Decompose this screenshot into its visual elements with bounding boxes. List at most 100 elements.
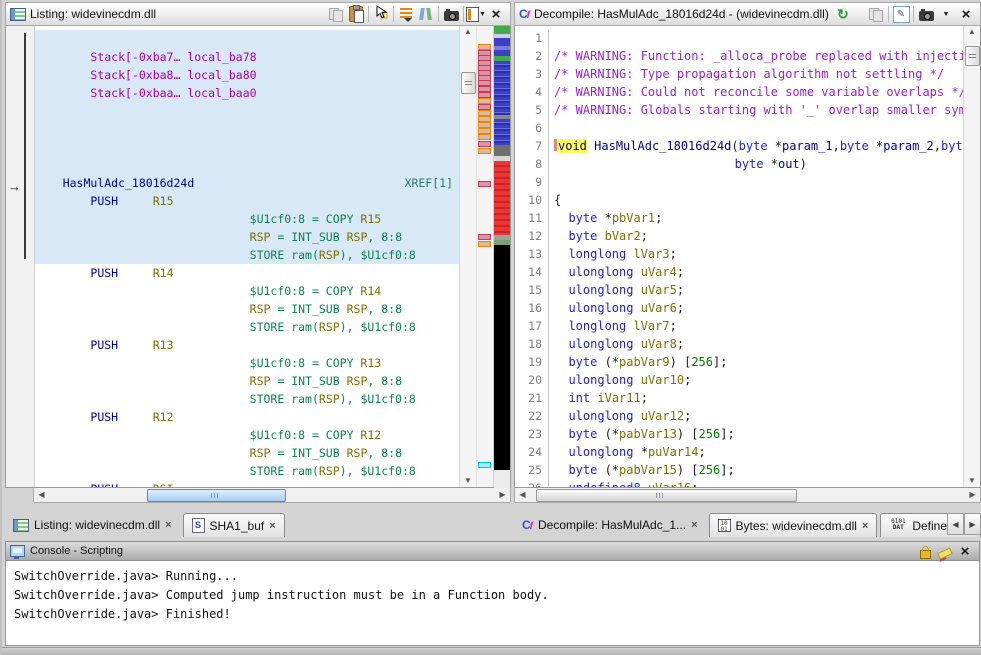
tab-close-icon[interactable]: × [269, 520, 275, 532]
bookmark-marker[interactable] [478, 134, 491, 140]
scroll-right-icon[interactable]: ▶ [495, 488, 510, 502]
decompile-code[interactable]: 12/* WARNING: Function: _alloca_probe re… [515, 26, 963, 487]
decompile-line[interactable]: 22 ulonglong uVar12; [515, 407, 963, 425]
copy-button[interactable] [326, 4, 346, 24]
decompile-line[interactable]: 14 ulonglong uVar4; [515, 263, 963, 281]
overview-segment[interactable] [494, 145, 510, 156]
listing-line[interactable]: RSP = INT_SUB RSP, 8:8 [35, 444, 459, 462]
close-button[interactable]: × [955, 541, 975, 561]
listing-line[interactable]: $U1cf0:8 = COPY R12 [35, 426, 459, 444]
toggle-fields-button[interactable] [396, 4, 416, 24]
decompile-line[interactable]: 1 [515, 29, 963, 47]
listing-line[interactable]: $U1cf0:8 = COPY R15 [35, 210, 459, 228]
menu-dropdown-button[interactable]: ▼ [936, 4, 956, 24]
decompile-line[interactable]: 10{ [515, 191, 963, 209]
overview-segment[interactable] [494, 119, 510, 145]
tab-listing-widevinecdm-dll[interactable]: Listing: widevinecdm.dll× [5, 513, 180, 537]
scroll-down-icon[interactable]: ▼ [460, 475, 476, 487]
listing-line[interactable] [35, 30, 459, 48]
bookmark-marker[interactable] [478, 148, 491, 154]
overview-segment[interactable] [494, 470, 510, 488]
scroll-lock-button[interactable] [915, 541, 935, 561]
copy-button[interactable] [866, 4, 886, 24]
listing-hscrollbar[interactable]: ◀ ▶ [33, 488, 511, 503]
overview-segment[interactable] [494, 161, 510, 235]
decompile-line[interactable]: 11 byte *pbVar1; [515, 209, 963, 227]
listing-line[interactable]: STORE ram(RSP), $U1cf0:8 [35, 390, 459, 408]
snapshot-button[interactable] [441, 4, 461, 24]
edit-button[interactable]: ✎ [891, 4, 911, 24]
decompile-line[interactable]: 2/* WARNING: Function: _alloca_probe rep… [515, 47, 963, 65]
decompile-line[interactable]: 25 byte (*pabVar15) [256]; [515, 461, 963, 479]
decompile-hscroll-thumb[interactable] [536, 489, 797, 502]
decompile-line[interactable]: 18 ulonglong uVar8; [515, 335, 963, 353]
console-output[interactable]: SwitchOverride.java> Running...SwitchOve… [5, 561, 980, 646]
listing-line[interactable] [35, 120, 459, 138]
decompile-line[interactable]: 5/* WARNING: Globals starting with '_' o… [515, 101, 963, 119]
scroll-up-icon[interactable]: ▲ [460, 26, 476, 38]
decompile-vscroll-thumb[interactable] [965, 46, 980, 66]
listing-vscrollbar[interactable]: ▲ ▼ [459, 26, 476, 487]
decompile-line[interactable]: 16 ulonglong uVar6; [515, 299, 963, 317]
tab-scroll-right-button[interactable]: ▶ [964, 513, 981, 535]
scroll-left-icon[interactable]: ◀ [515, 488, 530, 502]
listing-hscroll-thumb[interactable] [147, 489, 286, 502]
listing-line[interactable]: Stack[-0xbaa… local_baa0 [35, 84, 459, 102]
listing-line[interactable]: RSP = INT_SUB RSP, 8:8 [35, 372, 459, 390]
bookmark-marker[interactable] [478, 462, 491, 468]
listing-line[interactable]: PUSH R13 [35, 336, 459, 354]
diff-view-button[interactable] [416, 4, 436, 24]
tab-decompile-hasmuladc-1[interactable]: CfDecompile: HasMulAdc_1...× [514, 513, 706, 537]
listing-line[interactable]: Stack[-0xba8… local_ba80 [35, 66, 459, 84]
decompile-line[interactable]: 9 [515, 173, 963, 191]
decompile-line[interactable]: 7void HasMulAdc_18016d24d(byte *param_1,… [515, 137, 963, 155]
bookmark-marker[interactable] [478, 234, 491, 240]
scroll-left-icon[interactable]: ◀ [34, 488, 49, 502]
decompile-line[interactable]: 3/* WARNING: Type propagation algorithm … [515, 65, 963, 83]
tab-scroll-left-button[interactable]: ◀ [947, 513, 964, 535]
decompile-line[interactable]: 12 byte bVar2; [515, 227, 963, 245]
scroll-up-icon[interactable]: ▲ [964, 26, 980, 38]
decompile-line[interactable]: 6 [515, 119, 963, 137]
tab-close-icon[interactable]: × [165, 519, 171, 531]
panel-options-button[interactable]: ▼ [466, 4, 486, 24]
snapshot-button[interactable] [916, 4, 936, 24]
decompile-line[interactable]: 13 longlong lVar3; [515, 245, 963, 263]
tab-sha1-buf[interactable]: SSHA1_buf× [183, 513, 285, 537]
listing-line[interactable] [35, 102, 459, 120]
listing-line[interactable]: STORE ram(RSP), $U1cf0:8 [35, 246, 459, 264]
overview-segment[interactable] [494, 61, 510, 115]
decompile-vscrollbar[interactable]: ▲ ▼ [963, 26, 980, 487]
decompile-line[interactable]: 17 longlong lVar7; [515, 317, 963, 335]
decompile-line[interactable]: 19 byte (*pabVar9) [256]; [515, 353, 963, 371]
decompile-line[interactable]: 8 byte *out) [515, 155, 963, 173]
decompile-hscrollbar[interactable]: ◀ ▶ [514, 488, 981, 503]
refresh-button[interactable]: ↻ [833, 4, 853, 24]
overview-segment[interactable] [494, 26, 510, 34]
close-button[interactable]: × [486, 4, 506, 24]
bookmark-marker-column[interactable] [476, 26, 493, 487]
decompile-line[interactable]: 21 int iVar11; [515, 389, 963, 407]
clear-console-button[interactable] [935, 541, 955, 561]
listing-line[interactable]: $U1cf0:8 = COPY R14 [35, 282, 459, 300]
listing-line[interactable]: RSP = INT_SUB RSP, 8:8 [35, 228, 459, 246]
listing-line[interactable]: STORE ram(RSP), $U1cf0:8 [35, 318, 459, 336]
listing-line[interactable]: PUSH RSI [35, 480, 459, 487]
bookmark-marker[interactable] [478, 241, 491, 247]
listing-line[interactable]: HasMulAdc_18016d24dXREF[1] [35, 174, 459, 192]
tab-bytes-widevinecdm-dll[interactable]: 1001Bytes: widevinecdm.dll× [709, 513, 878, 537]
bookmark-marker[interactable] [478, 181, 491, 187]
cursor-tool-button[interactable] [371, 4, 391, 24]
xref-label[interactable]: XREF[1] [405, 174, 453, 192]
decompile-line[interactable]: 20 ulonglong uVar10; [515, 371, 963, 389]
listing-line[interactable]: PUSH R14 [35, 264, 459, 282]
listing-vscroll-thumb[interactable] [461, 72, 476, 94]
decompile-line[interactable]: 24 ulonglong *puVar14; [515, 443, 963, 461]
overview-segment[interactable] [494, 38, 510, 46]
listing-line[interactable]: PUSH R12 [35, 408, 459, 426]
listing-line[interactable]: RSP = INT_SUB RSP, 8:8 [35, 300, 459, 318]
scroll-right-icon[interactable]: ▶ [965, 488, 980, 502]
listing-line[interactable]: PUSH R15 [35, 192, 459, 210]
program-overview-column[interactable] [493, 26, 510, 487]
decompile-line[interactable]: 4/* WARNING: Could not reconcile some va… [515, 83, 963, 101]
